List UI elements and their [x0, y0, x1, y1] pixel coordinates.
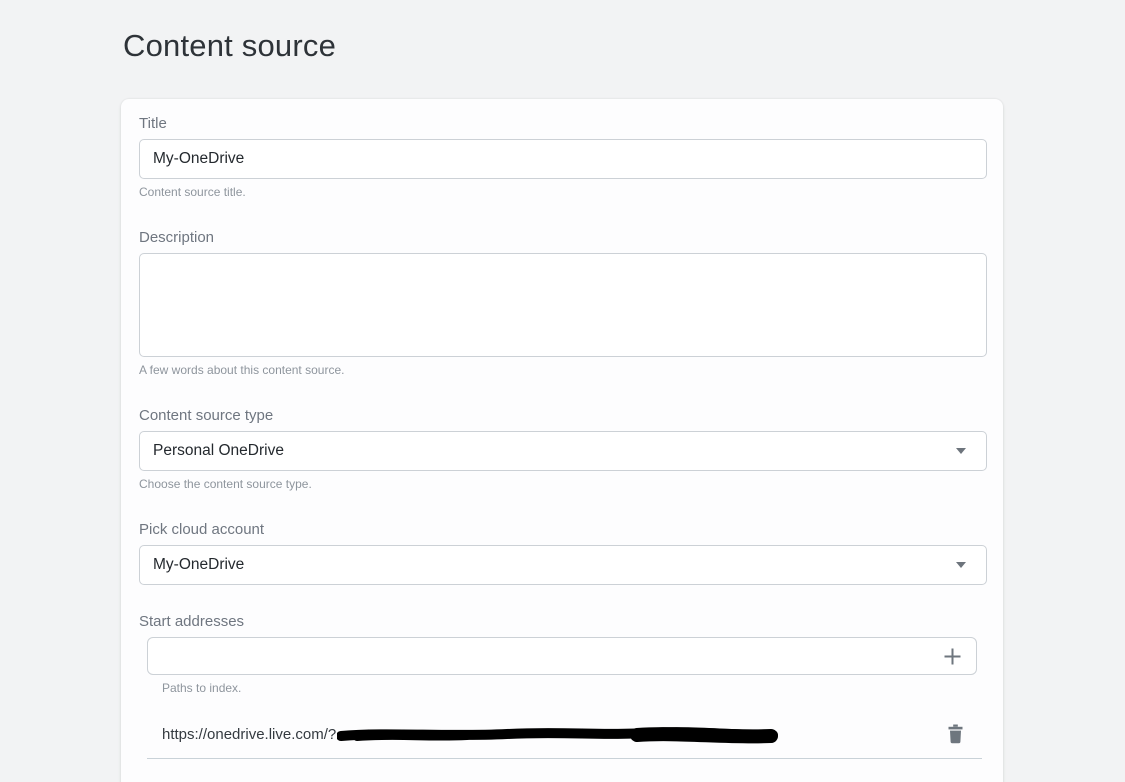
content-source-type-label: Content source type: [139, 407, 987, 424]
cloud-account-label: Pick cloud account: [139, 521, 987, 538]
trash-icon: [947, 724, 964, 744]
chevron-down-icon: [956, 448, 966, 454]
content-source-form-card: Title Content source title. Description …: [121, 99, 1003, 782]
start-address-input[interactable]: [160, 639, 938, 673]
content-source-type-helper: Choose the content source type.: [139, 477, 987, 491]
cloud-account-group: Pick cloud account My-OneDrive: [139, 521, 987, 585]
start-address-entry-row: https://onedrive.live.com/?: [147, 718, 982, 759]
cloud-account-value: My-OneDrive: [153, 556, 244, 574]
title-helper-text: Content source title.: [139, 185, 987, 199]
start-addresses-group: Start addresses Paths to index. https://…: [139, 613, 987, 759]
add-start-address-button[interactable]: [938, 641, 966, 671]
description-field-group: Description A few words about this conte…: [139, 229, 987, 377]
description-textarea[interactable]: [139, 253, 987, 357]
cloud-account-select[interactable]: My-OneDrive: [139, 545, 987, 585]
start-addresses-helper: Paths to index.: [162, 681, 987, 695]
page-title: Content source: [123, 28, 336, 64]
start-addresses-label: Start addresses: [139, 613, 987, 630]
content-source-type-value: Personal OneDrive: [153, 442, 284, 460]
redaction-scribble: [337, 724, 779, 746]
content-source-type-group: Content source type Personal OneDrive Ch…: [139, 407, 987, 491]
title-field-group: Title Content source title.: [139, 115, 987, 199]
description-label: Description: [139, 229, 987, 246]
start-address-url: https://onedrive.live.com/?: [162, 723, 779, 745]
start-address-input-row: [147, 637, 977, 675]
start-address-url-text: https://onedrive.live.com/?: [162, 726, 336, 743]
chevron-down-icon: [956, 562, 966, 568]
plus-icon: [942, 646, 963, 667]
content-source-type-select[interactable]: Personal OneDrive: [139, 431, 987, 471]
title-input[interactable]: [139, 139, 987, 179]
title-label: Title: [139, 115, 987, 132]
description-helper-text: A few words about this content source.: [139, 363, 987, 377]
delete-start-address-button[interactable]: [942, 720, 968, 748]
